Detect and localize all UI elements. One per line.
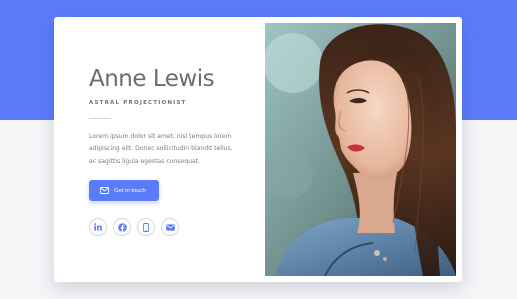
profile-bio: Lorem ipsum dolor sit amet, nisl tempus … xyxy=(89,133,233,165)
envelope-icon xyxy=(165,223,175,231)
mobile-phone-icon xyxy=(143,222,149,232)
phone-link[interactable] xyxy=(137,218,155,236)
facebook-icon xyxy=(117,222,127,232)
get-in-touch-label: Get in touch xyxy=(114,187,146,194)
get-in-touch-button[interactable]: Get in touch xyxy=(89,180,159,201)
profile-photo xyxy=(265,23,456,276)
facebook-link[interactable] xyxy=(113,218,131,236)
profile-name: Anne Lewis xyxy=(89,66,215,92)
profile-role: ASTRAL PROJECTIONIST xyxy=(89,100,187,106)
linkedin-link[interactable] xyxy=(89,218,107,236)
email-link[interactable] xyxy=(161,218,179,236)
envelope-icon xyxy=(100,187,109,194)
linkedin-icon xyxy=(94,223,102,231)
divider xyxy=(89,118,111,119)
